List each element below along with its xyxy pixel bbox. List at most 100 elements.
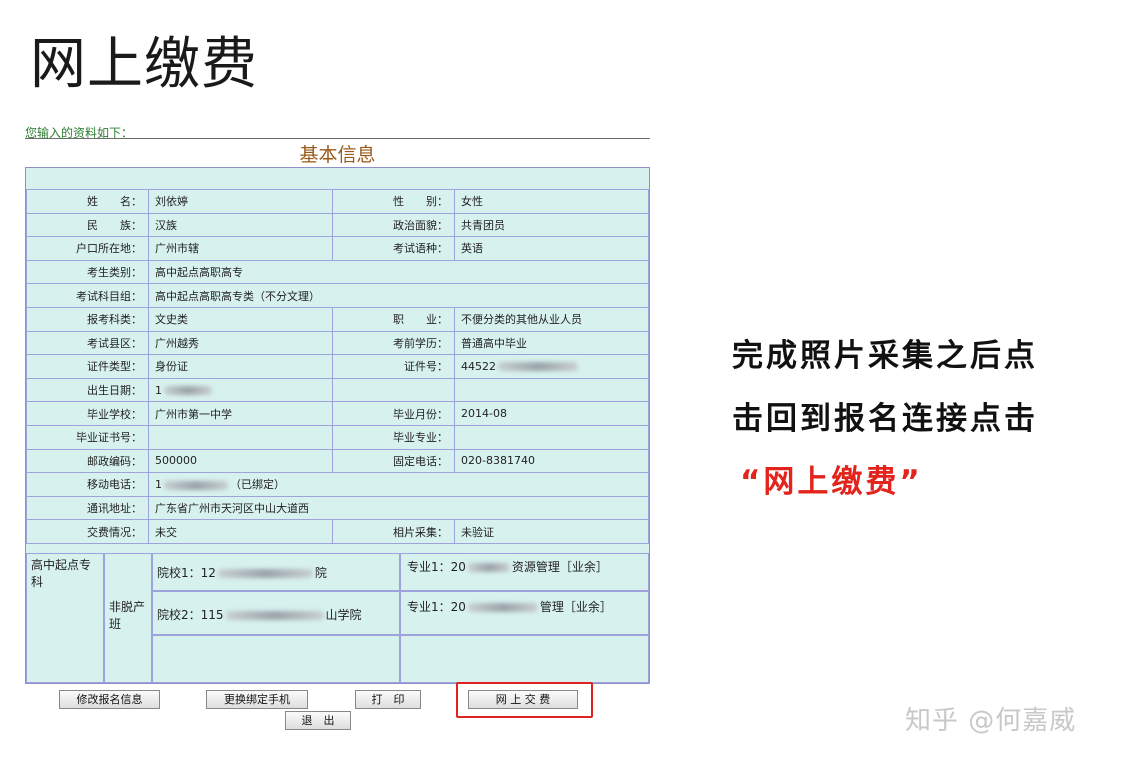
change-phone-button[interactable]: 更换绑定手机 — [206, 690, 308, 709]
ethnicity-label: 民 族： — [26, 212, 149, 238]
redaction-blur — [164, 386, 212, 396]
payment-status-label: 交费情况： — [26, 519, 149, 544]
birthdate-label: 出生日期： — [26, 377, 149, 403]
landline-label: 固定电话： — [332, 448, 455, 474]
divider — [25, 138, 650, 139]
edit-info-button[interactable]: 修改报名信息 — [59, 690, 160, 709]
info-table: 姓 名： 刘依婷 性 别： 女性 民 族： 汉族 政治面貌： 共青团员 户口所在… — [26, 189, 649, 544]
school-choice-1: 院校1：12 院 — [152, 553, 400, 591]
instruction-line-2: 击回到报名连接点击 — [732, 401, 1038, 437]
redaction-blur — [217, 569, 313, 578]
table-row: 毕业学校： 广州市第一中学 毕业月份： 2014-08 — [26, 401, 649, 426]
instruction-line-1: 完成照片采集之后点 — [732, 338, 1038, 374]
grad-major-value — [454, 424, 649, 450]
redaction-blur — [498, 362, 578, 372]
address-value: 广东省广州市天河区中山大道西 — [148, 495, 649, 521]
table-row: 证件类型： 身份证 证件号： 44522 — [26, 354, 649, 379]
grad-month-label: 毕业月份： — [332, 401, 455, 426]
redaction-blur — [164, 480, 228, 490]
cert-number-label: 毕业证书号： — [26, 424, 149, 450]
table-row: 报考科类： 文史类 职 业： 不便分类的其他从业人员 — [26, 306, 649, 332]
pay-button-highlight — [456, 682, 593, 718]
table-row: 移动电话： 1 （已绑定） — [26, 472, 649, 497]
table-row: 民 族： 汉族 政治面貌： 共青团员 — [26, 212, 649, 238]
id-type-label: 证件类型： — [26, 354, 149, 379]
name-label: 姓 名： — [26, 189, 149, 214]
major-choice-2: 专业1：20 管理［业余］ — [400, 591, 649, 635]
photo-status-value: 未验证 — [454, 519, 649, 544]
major-choice-2-suffix: 管理［业余］ — [539, 600, 612, 614]
table-row: 交费情况： 未交 相片采集： 未验证 — [26, 519, 649, 544]
empty-cell — [152, 635, 400, 683]
watermark: 知乎 @何嘉威 — [905, 706, 1077, 736]
table-row: 考试县区： 广州越秀 考前学历： 普通高中毕业 — [26, 330, 649, 356]
exit-button[interactable]: 退 出 — [285, 711, 351, 730]
district-value: 广州越秀 — [148, 330, 333, 356]
empty-cell — [400, 635, 649, 683]
table-row: 毕业证书号： 毕业专业： — [26, 424, 649, 450]
landline-value: 020-8381740 — [454, 448, 649, 474]
redaction-blur — [467, 563, 510, 572]
major-choice-1: 专业1：20 资源管理［业余］ — [400, 553, 649, 591]
language-value: 英语 — [454, 236, 649, 261]
school-choice-2: 院校2：115 山学院 — [152, 591, 400, 635]
mobile-label: 移动电话： — [26, 472, 149, 497]
postcode-value: 500000 — [148, 448, 333, 474]
table-row: 考生类别： 高中起点高职高专 — [26, 259, 649, 285]
print-button[interactable]: 打 印 — [355, 690, 421, 709]
postcode-label: 邮政编码： — [26, 448, 149, 474]
info-panel: 姓 名： 刘依婷 性 别： 女性 民 族： 汉族 政治面貌： 共青团员 户口所在… — [25, 167, 650, 684]
id-number-text: 44522 — [461, 359, 496, 373]
school-choice-1-prefix: 院校1：12 — [157, 566, 216, 580]
table-row: 邮政编码： 500000 固定电话： 020-8381740 — [26, 448, 649, 474]
instruction-line-3: “网上缴费” — [740, 464, 923, 500]
track-label: 报考科类： — [26, 306, 149, 332]
redaction-blur — [225, 611, 324, 620]
occupation-value: 不便分类的其他从业人员 — [454, 306, 649, 332]
subject-group-value: 高中起点高职高专类（不分文理） — [148, 283, 649, 308]
study-mode-label: 非脱产班 — [104, 553, 152, 683]
table-row: 通讯地址： 广东省广州市天河区中山大道西 — [26, 495, 649, 521]
table-row: 户口所在地： 广州市辖 考试语种： 英语 — [26, 236, 649, 261]
hukou-label: 户口所在地： — [26, 236, 149, 261]
grad-month-value: 2014-08 — [454, 401, 649, 426]
political-label: 政治面貌： — [332, 212, 455, 238]
table-row: 姓 名： 刘依婷 性 别： 女性 — [26, 189, 649, 214]
birthdate-value: 1 — [148, 377, 333, 403]
category-label: 考生类别： — [26, 259, 149, 285]
id-number-label: 证件号： — [332, 354, 455, 379]
address-label: 通讯地址： — [26, 495, 149, 521]
payment-status-value: 未交 — [148, 519, 333, 544]
school-label: 毕业学校： — [26, 401, 149, 426]
education-label: 考前学历： — [332, 330, 455, 356]
table-row: 考试科目组： 高中起点高职高专类（不分文理） — [26, 283, 649, 308]
major-choice-1-prefix: 专业1：20 — [407, 560, 466, 574]
id-number-value: 44522 — [454, 354, 649, 379]
major-choice-2-prefix: 专业1：20 — [407, 600, 466, 614]
table-row: 出生日期： 1 — [26, 377, 649, 403]
mobile-text: 1 — [155, 478, 162, 492]
education-value: 普通高中毕业 — [454, 330, 649, 356]
occupation-label: 职 业： — [332, 306, 455, 332]
school-choice-1-suffix: 院 — [314, 566, 327, 580]
page-heading: 网上缴费 — [30, 32, 258, 97]
category-value: 高中起点高职高专 — [148, 259, 649, 285]
application-choices: 高中起点专科 非脱产班 院校1：12 院 专业1：20 资源管理［业余］ 院校2：1… — [26, 553, 649, 683]
mobile-value: 1 （已绑定） — [148, 472, 649, 497]
ethnicity-value: 汉族 — [148, 212, 333, 238]
level-label: 高中起点专科 — [26, 553, 104, 683]
id-type-value: 身份证 — [148, 354, 333, 379]
gender-label: 性 别： — [332, 189, 455, 214]
grad-major-label: 毕业专业： — [332, 424, 455, 450]
hukou-value: 广州市辖 — [148, 236, 333, 261]
school-choice-2-suffix: 山学院 — [325, 608, 362, 622]
track-value: 文史类 — [148, 306, 333, 332]
cert-number-value — [148, 424, 333, 450]
photo-status-label: 相片采集： — [332, 519, 455, 544]
birthdate-text: 1 — [155, 383, 162, 397]
empty-label — [332, 377, 455, 403]
gender-value: 女性 — [454, 189, 649, 214]
district-label: 考试县区： — [26, 330, 149, 356]
school-value: 广州市第一中学 — [148, 401, 333, 426]
mobile-status: （已绑定） — [230, 478, 285, 492]
